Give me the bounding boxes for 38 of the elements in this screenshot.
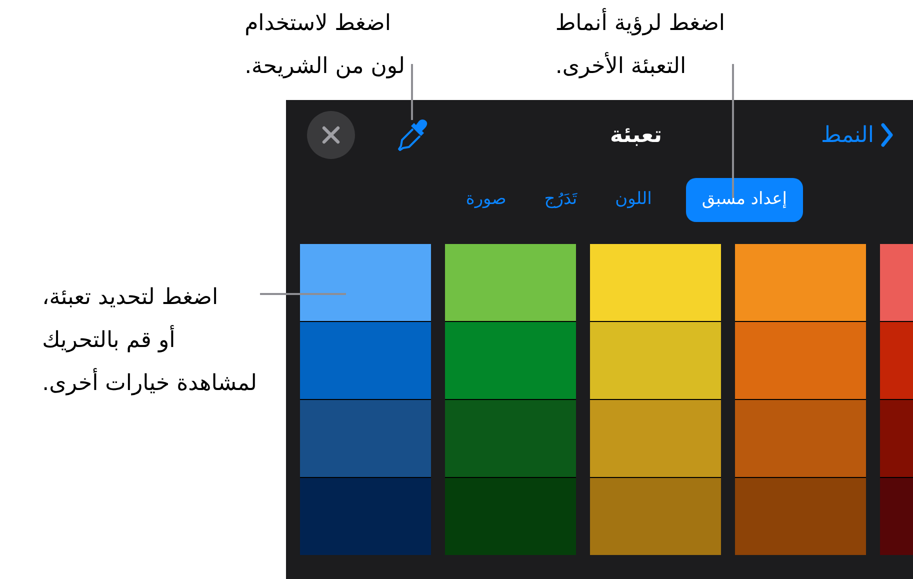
close-button[interactable] bbox=[307, 111, 355, 159]
callout-text: اضغط لرؤية أنماط bbox=[555, 2, 725, 45]
callout-text: اضغط لتحديد تعبئة، bbox=[42, 284, 218, 312]
color-swatch[interactable] bbox=[445, 244, 576, 321]
color-swatch[interactable] bbox=[735, 244, 866, 321]
color-swatch[interactable] bbox=[735, 322, 866, 399]
close-icon bbox=[321, 125, 341, 145]
callout-text: اضغط لاستخدام bbox=[244, 10, 391, 38]
color-swatch[interactable] bbox=[735, 400, 866, 477]
color-swatch[interactable] bbox=[880, 400, 913, 477]
tab[interactable]: صورة bbox=[462, 178, 510, 222]
color-swatch[interactable] bbox=[880, 322, 913, 399]
color-swatch[interactable] bbox=[445, 400, 576, 477]
chevron-icon bbox=[880, 122, 894, 148]
color-swatch[interactable] bbox=[445, 322, 576, 399]
tab[interactable]: اللون bbox=[611, 178, 656, 222]
callout-text: أو قم بالتحريك bbox=[42, 319, 176, 362]
tab[interactable]: إعداد مسبق bbox=[686, 178, 803, 222]
color-swatch[interactable] bbox=[590, 244, 721, 321]
color-swatch[interactable] bbox=[735, 478, 866, 555]
callout-text: التعبئة الأخرى. bbox=[555, 51, 686, 81]
panel-title: تعبئة bbox=[610, 122, 662, 150]
callout-text: لمشاهدة خيارات أخرى. bbox=[42, 362, 257, 405]
color-swatch[interactable] bbox=[880, 244, 913, 321]
color-swatch[interactable] bbox=[300, 400, 431, 477]
color-swatch[interactable] bbox=[300, 478, 431, 555]
color-swatch[interactable] bbox=[590, 478, 721, 555]
back-button[interactable]: النمط bbox=[820, 118, 894, 152]
leader-line bbox=[411, 64, 413, 120]
color-swatch[interactable] bbox=[300, 244, 431, 321]
color-swatch[interactable] bbox=[300, 322, 431, 399]
tab[interactable]: تَدَرُج bbox=[540, 178, 582, 222]
color-swatch[interactable] bbox=[445, 478, 576, 555]
color-swatch[interactable] bbox=[590, 400, 721, 477]
color-swatch[interactable] bbox=[590, 322, 721, 399]
callout-text: لون من الشريحة. bbox=[244, 53, 405, 81]
eyedropper-icon bbox=[397, 117, 429, 153]
color-swatch[interactable] bbox=[880, 478, 913, 555]
